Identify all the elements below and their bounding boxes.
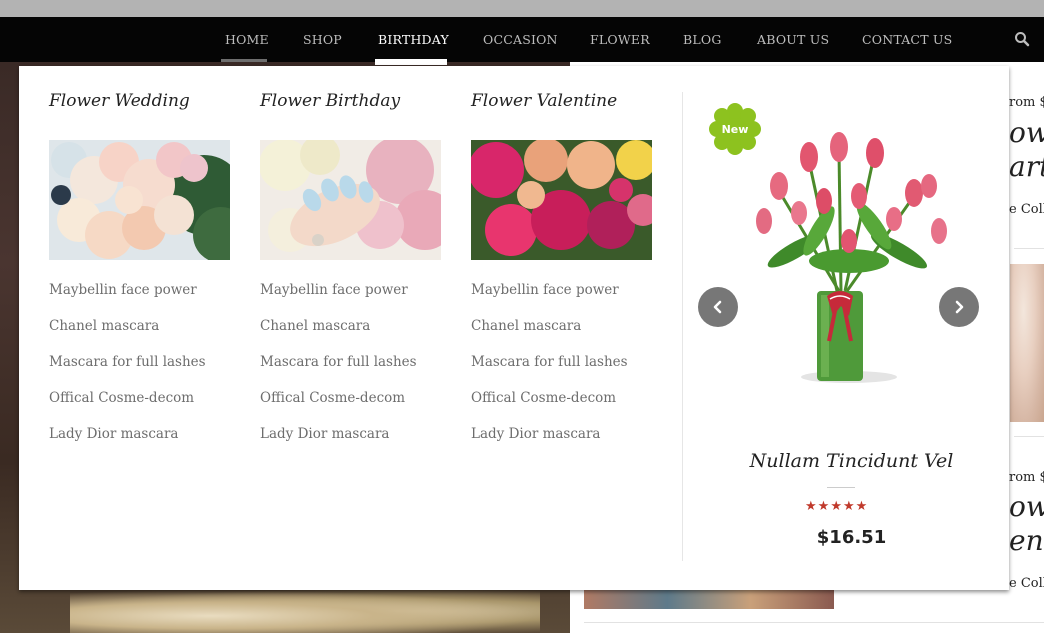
bg-title-text-2b: enti bbox=[1009, 524, 1044, 557]
valentine-flowers-image[interactable] bbox=[468, 138, 659, 260]
mega-menu-dropdown: Flower Wedding Maybellin face power Chan… bbox=[19, 66, 1009, 590]
menu-link[interactable]: Maybellin face power bbox=[471, 282, 619, 298]
bg-collection-text-1: e Coll bbox=[1009, 202, 1044, 217]
nav-flower[interactable]: FLOWER bbox=[590, 17, 650, 62]
star-icon: ★ bbox=[830, 499, 842, 514]
title-underline bbox=[827, 487, 855, 488]
search-icon[interactable] bbox=[1014, 31, 1030, 47]
menu-link[interactable]: Mascara for full lashes bbox=[471, 354, 628, 370]
nav-contact-us[interactable]: CONTACT US bbox=[862, 17, 952, 62]
menu-link[interactable]: Chanel mascara bbox=[49, 318, 159, 334]
star-icon: ★ bbox=[805, 499, 817, 514]
menu-link[interactable]: Lady Dior mascara bbox=[471, 426, 600, 442]
menu-link[interactable]: Offical Cosme-decom bbox=[49, 390, 194, 406]
menu-link[interactable]: Offical Cosme-decom bbox=[471, 390, 616, 406]
bg-collection-text-2: e Coll bbox=[1009, 576, 1044, 591]
top-strip bbox=[0, 0, 1044, 17]
bg-price-text-1: rom $ bbox=[1009, 95, 1044, 110]
bg-divider-3 bbox=[584, 622, 1044, 623]
product-title[interactable]: Nullam Tincidunt Vel bbox=[709, 450, 994, 472]
column-title[interactable]: Flower Birthday bbox=[260, 91, 400, 111]
carousel-prev-button[interactable] bbox=[698, 287, 738, 327]
rating-stars: ★ ★ ★ ★ ★ bbox=[805, 500, 877, 514]
menu-link[interactable]: Maybellin face power bbox=[49, 282, 197, 298]
nav-birthday[interactable]: BIRTHDAY bbox=[378, 17, 449, 62]
menu-link[interactable]: Offical Cosme-decom bbox=[260, 390, 405, 406]
wedding-flowers-image[interactable] bbox=[49, 140, 249, 263]
column-title[interactable]: Flower Wedding bbox=[49, 91, 190, 111]
column-title[interactable]: Flower Valentine bbox=[471, 91, 617, 111]
bg-divider-2 bbox=[1014, 436, 1044, 437]
nav-home-indicator bbox=[221, 59, 267, 62]
main-nav: HOME SHOP BIRTHDAY OCCASION FLOWER BLOG … bbox=[0, 17, 1044, 62]
bg-product-image-1 bbox=[1010, 264, 1044, 422]
new-badge: New bbox=[709, 103, 761, 155]
nav-shop[interactable]: SHOP bbox=[303, 17, 342, 62]
menu-link[interactable]: Mascara for full lashes bbox=[260, 354, 417, 370]
birthday-flowers-image[interactable] bbox=[259, 135, 455, 260]
star-icon: ★ bbox=[842, 499, 855, 514]
bg-product-image-2 bbox=[584, 590, 834, 609]
nav-home[interactable]: HOME bbox=[225, 17, 269, 62]
bg-title-text-1b: arty bbox=[1009, 150, 1044, 183]
bg-title-text-1a: owe bbox=[1009, 116, 1044, 149]
nav-about-us[interactable]: ABOUT US bbox=[757, 17, 829, 62]
nav-blog[interactable]: BLOG bbox=[683, 17, 722, 62]
bg-price-text-2: rom $ bbox=[1009, 470, 1044, 485]
product-price: $16.51 bbox=[816, 527, 887, 548]
bg-divider-1 bbox=[1014, 248, 1044, 249]
menu-link[interactable]: Mascara for full lashes bbox=[49, 354, 206, 370]
background-flowers bbox=[70, 590, 540, 633]
nav-occasion[interactable]: OCCASION bbox=[483, 17, 558, 62]
new-badge-label: New bbox=[721, 122, 749, 136]
nav-active-indicator bbox=[375, 59, 447, 65]
menu-link[interactable]: Maybellin face power bbox=[260, 282, 408, 298]
menu-link[interactable]: Lady Dior mascara bbox=[49, 426, 178, 442]
menu-link[interactable]: Chanel mascara bbox=[260, 318, 370, 334]
star-icon: ★ bbox=[817, 499, 830, 514]
menu-link[interactable]: Lady Dior mascara bbox=[260, 426, 389, 442]
chevron-left-icon bbox=[713, 300, 722, 314]
column-divider bbox=[682, 92, 683, 561]
chevron-right-icon bbox=[955, 300, 964, 314]
star-icon: ★ bbox=[855, 499, 868, 514]
carousel-next-button[interactable] bbox=[939, 287, 979, 327]
bg-title-text-2a: owe bbox=[1009, 490, 1044, 523]
menu-link[interactable]: Chanel mascara bbox=[471, 318, 581, 334]
